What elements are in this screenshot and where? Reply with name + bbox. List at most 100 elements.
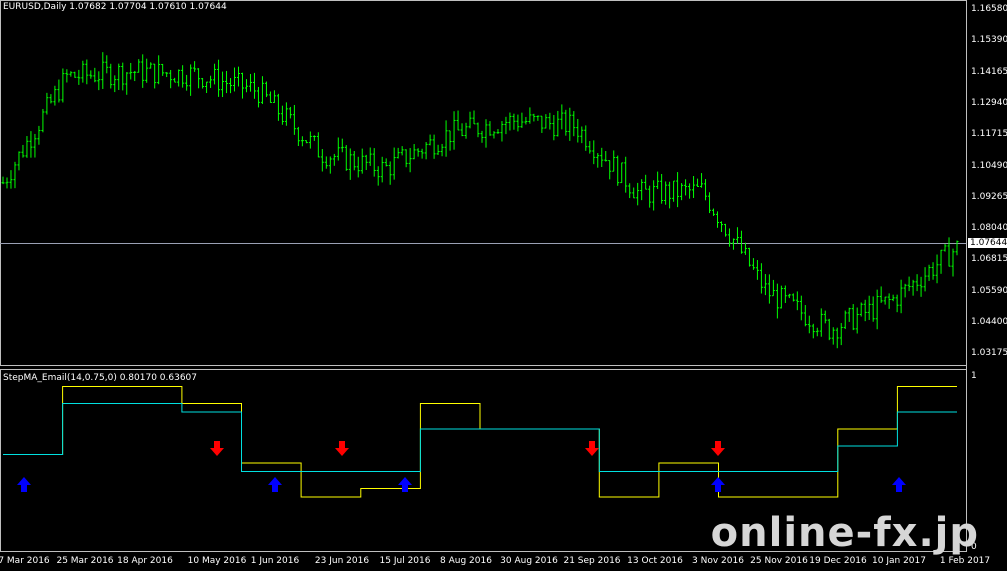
price-bar [432, 134, 436, 159]
price-bar [444, 120, 448, 157]
price-bar [256, 86, 260, 108]
price-axis-label: 1.08040 [971, 223, 1007, 234]
price-bar [396, 147, 400, 159]
price-axis-label: 1.12940 [971, 97, 1007, 108]
indicator-axis-top: 1 [971, 371, 977, 381]
chart-canvas[interactable] [0, 0, 1007, 571]
price-bar [660, 173, 664, 204]
price-axis-label: 1.05590 [971, 285, 1007, 296]
sell-arrow-icon [585, 441, 599, 456]
price-bar [244, 79, 248, 93]
price-bar [584, 125, 588, 151]
price-bar [779, 285, 783, 309]
price-bar [907, 276, 911, 292]
price-bar [763, 274, 767, 296]
price-bar [85, 59, 89, 85]
price-bar [951, 248, 955, 277]
indicator-lines [3, 386, 957, 498]
price-bar [209, 75, 213, 88]
price-bar [819, 308, 823, 337]
price-bar [372, 148, 376, 177]
price-bar [440, 143, 444, 157]
price-bar [448, 130, 452, 151]
price-bar [272, 90, 276, 103]
price-bar [843, 310, 847, 330]
price-bar [284, 102, 288, 126]
price-bar [484, 119, 488, 148]
price-bar [304, 140, 308, 144]
price-bar [113, 75, 117, 93]
price-bar [759, 263, 763, 294]
price-bar [636, 182, 640, 206]
price-bar [899, 279, 903, 314]
price-bar [847, 307, 851, 322]
price-bar [41, 108, 45, 133]
price-bar [264, 81, 268, 98]
price-bar [332, 153, 336, 166]
price-bar [851, 304, 855, 331]
price-bar [213, 63, 217, 85]
price-bar [197, 68, 201, 89]
price-bar [891, 294, 895, 302]
price-bar [149, 62, 153, 69]
price-bar [863, 299, 867, 322]
price-bar [93, 67, 97, 83]
price-bar [923, 267, 927, 292]
price-bar [480, 130, 484, 143]
buy-arrow-icon [398, 477, 412, 492]
price-bar [105, 55, 109, 74]
price-bar [360, 148, 364, 174]
price-bar [931, 262, 935, 280]
price-axis-label: 1.06815 [971, 254, 1007, 265]
price-bar [943, 244, 947, 252]
price-bar [915, 274, 919, 292]
price-bar [588, 141, 592, 154]
buy-arrow-icon [892, 477, 906, 492]
price-bar [348, 148, 352, 180]
price-bar [492, 131, 496, 139]
price-bar [424, 142, 428, 160]
sell-arrow-icon [711, 441, 725, 456]
time-axis-label: 1 Jun 2016 [250, 556, 300, 566]
price-bar [81, 60, 85, 83]
price-bar [955, 240, 959, 256]
price-bar [25, 136, 29, 158]
time-axis-label: 1 Feb 2017 [939, 556, 991, 566]
price-bar [416, 148, 420, 157]
price-bar [29, 131, 33, 158]
price-bar [189, 64, 193, 96]
price-bar [468, 111, 472, 129]
price-bar [69, 71, 73, 77]
price-bar [556, 110, 560, 137]
time-axis-label: 23 Jun 2016 [314, 556, 370, 566]
price-bar [45, 92, 49, 115]
price-bar [165, 72, 169, 78]
price-bars [1, 52, 959, 349]
price-bar [296, 126, 300, 146]
price-bar [496, 129, 500, 134]
price-bar [803, 305, 807, 327]
price-bar [692, 176, 696, 198]
price-bar [512, 113, 516, 130]
price-bar [704, 179, 708, 201]
price-bar [624, 156, 628, 193]
price-bar [751, 258, 755, 270]
price-bar [799, 295, 803, 321]
price-bar [616, 155, 620, 186]
price-bar [240, 72, 244, 99]
price-bar [21, 144, 25, 158]
price-bar [17, 151, 21, 171]
price-bar [811, 323, 815, 339]
price-bar [708, 192, 712, 214]
price-bar [895, 294, 899, 313]
price-bar [775, 283, 779, 319]
price-bar [472, 110, 476, 125]
price-bar [157, 55, 161, 85]
price-bar [628, 183, 632, 199]
price-bar [648, 185, 652, 208]
price-bar [73, 71, 77, 78]
price-bar [787, 293, 791, 299]
price-bar [791, 293, 795, 302]
price-axis-label: 1.04400 [971, 317, 1007, 327]
price-bar [117, 63, 121, 91]
